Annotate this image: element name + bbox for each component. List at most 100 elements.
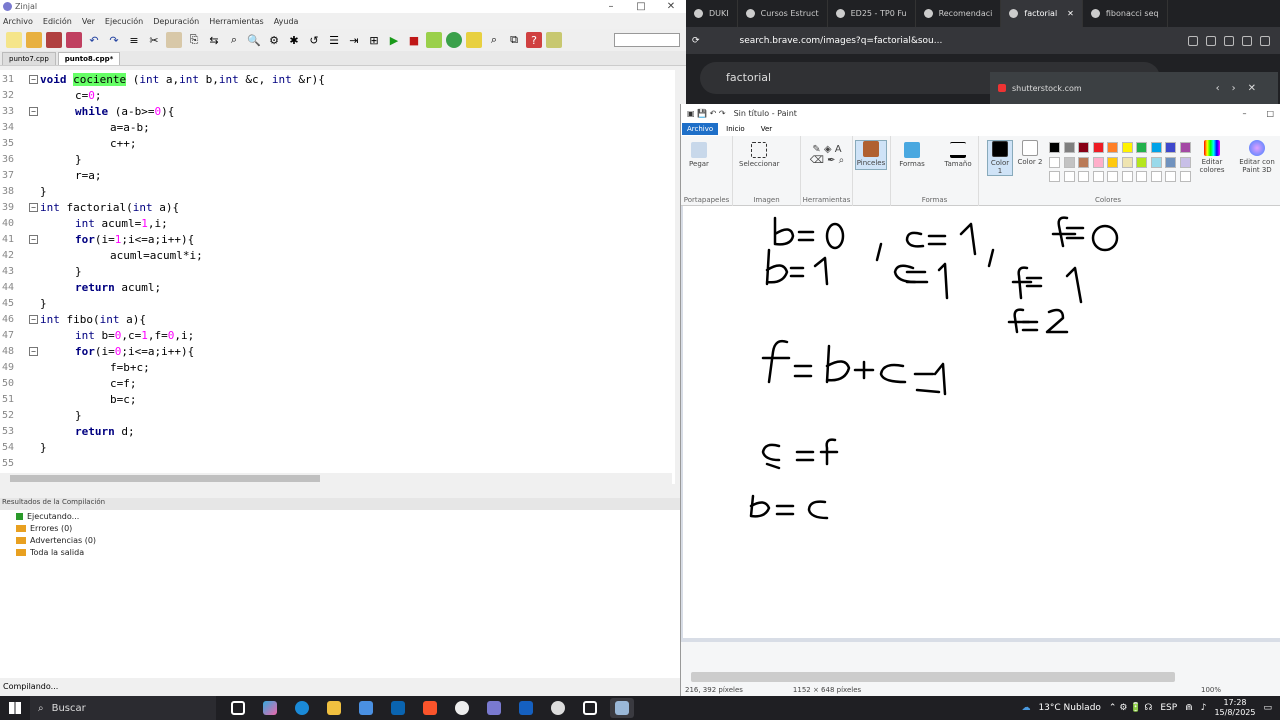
palette-empty-swatch[interactable] [1049, 171, 1060, 182]
palette-empty-swatch[interactable] [1092, 171, 1104, 182]
menu-ver[interactable]: Ver [82, 17, 95, 26]
maximize-icon[interactable]: □ [626, 1, 656, 12]
menu-archivo[interactable]: Archivo [3, 17, 33, 26]
sidebar-icon[interactable] [1206, 35, 1216, 46]
palette-swatch[interactable] [1063, 142, 1075, 153]
tools-icon[interactable] [466, 32, 482, 48]
menu-depuracion[interactable]: Depuración [153, 17, 199, 26]
list-icon[interactable]: ☰ [326, 32, 342, 48]
quick-help-icon[interactable] [546, 32, 562, 48]
shapes-button[interactable]: Formas [897, 142, 927, 168]
menu-herramientas[interactable]: Herramientas [209, 17, 264, 26]
palette-swatch[interactable] [1121, 156, 1133, 168]
find-next-icon[interactable]: ⇆ [206, 32, 222, 48]
step-icon[interactable]: ⇥ [346, 32, 362, 48]
fold-toggle-icon[interactable]: − [29, 203, 38, 212]
comment-icon[interactable]: ≡ [126, 32, 142, 48]
zinjal-icon[interactable] [482, 698, 506, 718]
tray-icons[interactable]: ⌃ ⚙ 🔋 ☊ [1109, 703, 1152, 713]
result-errors[interactable]: Errores (0) [8, 524, 72, 533]
code-line[interactable]: 37 r=a; [0, 168, 672, 184]
palette-empty-swatch[interactable] [1107, 171, 1118, 182]
code-line[interactable]: 33 − while (a-b>=0){ [0, 104, 672, 120]
menu-icon[interactable] [1260, 35, 1270, 46]
palette-swatch[interactable] [1165, 156, 1176, 168]
code-line[interactable]: 48 − for(i=0;i<=a;i++){ [0, 344, 672, 360]
code-line[interactable]: 50 c=f; [0, 376, 672, 392]
fold-toggle-icon[interactable]: − [29, 75, 38, 84]
app-window-icon[interactable] [578, 698, 602, 718]
palette-swatch[interactable] [1179, 142, 1191, 153]
menu-ejecucion[interactable]: Ejecución [105, 17, 143, 26]
task-view-icon[interactable] [226, 698, 250, 718]
tab-close-icon[interactable]: ✕ [1067, 9, 1074, 18]
code-line[interactable]: 34 a=a-b; [0, 120, 672, 136]
taskbar-search[interactable]: ⌕ Buscar [30, 696, 216, 720]
browser-tab[interactable]: ED25 - TP0 Fu [828, 0, 916, 27]
paint-quick-access-icons[interactable]: ▣ 💾 ↶ ↷ [687, 109, 726, 118]
code-line[interactable]: 43} [0, 264, 672, 280]
tree-icon[interactable]: ⧉ [506, 32, 522, 48]
palette-empty-swatch[interactable] [1150, 171, 1162, 182]
palette-swatch[interactable] [1049, 142, 1060, 153]
outlook-icon[interactable] [386, 698, 410, 718]
palette-swatch[interactable] [1092, 142, 1104, 153]
compile-icon[interactable]: ⊞ [366, 32, 382, 48]
palette-swatch[interactable] [1107, 156, 1118, 168]
code-line[interactable]: 51 b=c; [0, 392, 672, 408]
palette-swatch[interactable] [1136, 156, 1147, 168]
popup-site[interactable]: shutterstock.com [1012, 84, 1082, 93]
palette-swatch[interactable] [1078, 156, 1089, 168]
palette-swatch[interactable] [1165, 142, 1176, 153]
code-line[interactable]: 36} [0, 152, 672, 168]
select-button[interactable]: Seleccionar [739, 142, 780, 168]
code-line[interactable]: 53 return d; [0, 424, 672, 440]
run-to-icon[interactable]: ↺ [306, 32, 322, 48]
weather-text[interactable]: 13°C Nublado [1038, 703, 1100, 713]
code-line[interactable]: 45} [0, 296, 672, 312]
paint-minimize-icon[interactable]: – [1242, 109, 1246, 118]
fold-toggle-icon[interactable]: − [29, 107, 38, 116]
store-icon[interactable] [354, 698, 378, 718]
find-in-files-icon[interactable]: ⌕ [226, 32, 242, 48]
code-line[interactable]: 44 return acuml; [0, 280, 672, 296]
undo-icon[interactable]: ↶ [86, 32, 102, 48]
browser-tab[interactable]: factorial ✕ [1001, 0, 1083, 27]
palette-empty-swatch[interactable] [1136, 171, 1147, 182]
vpn-icon[interactable] [1242, 35, 1252, 46]
paste-button[interactable]: Pegar [687, 142, 711, 168]
edge-icon[interactable] [290, 698, 314, 718]
copy-icon[interactable] [166, 32, 182, 48]
browser-tab[interactable]: Recomendaci [916, 0, 1002, 27]
palette-swatch[interactable] [1049, 156, 1060, 168]
result-running[interactable]: Ejecutando... [8, 512, 79, 521]
new-file-icon[interactable] [6, 32, 22, 48]
run-icon[interactable]: ▶ [386, 32, 402, 48]
paint-maximize-icon[interactable]: □ [1266, 109, 1274, 118]
notification-icon[interactable]: ▭ [1263, 703, 1272, 713]
browser-tab[interactable]: DUKI [686, 0, 738, 27]
clock[interactable]: 17:28 15/8/2025 [1214, 698, 1255, 718]
palette-swatch[interactable] [1150, 142, 1162, 153]
palette-swatch[interactable] [1092, 156, 1104, 168]
debug-run-icon[interactable] [446, 32, 462, 48]
fold-toggle-icon[interactable]: − [29, 315, 38, 324]
palette-swatch[interactable] [1121, 142, 1133, 153]
wallet-icon[interactable] [1224, 35, 1234, 46]
file-explorer-icon[interactable] [322, 698, 346, 718]
tab-punto7[interactable]: punto7.cpp [2, 52, 56, 65]
inspect-icon[interactable]: ⌕ [486, 32, 502, 48]
code-line[interactable]: 40 int acuml=1,i; [0, 216, 672, 232]
drawing-canvas[interactable] [683, 206, 1280, 638]
code-line[interactable]: 41 − for(i=1;i<=a;i++){ [0, 232, 672, 248]
save-icon[interactable] [46, 32, 62, 48]
start-button[interactable] [0, 696, 30, 720]
browser-tab[interactable]: Cursos Estruct [738, 0, 828, 27]
help-icon[interactable]: ? [526, 32, 542, 48]
code-line[interactable]: 46 − int fibo(int a){ [0, 312, 672, 328]
code-line[interactable]: 54} [0, 440, 672, 456]
palette-swatch[interactable] [1136, 142, 1147, 153]
extension-icon[interactable] [1188, 35, 1198, 46]
paste-icon[interactable]: ⎘ [186, 32, 202, 48]
copilot-icon[interactable] [258, 698, 282, 718]
